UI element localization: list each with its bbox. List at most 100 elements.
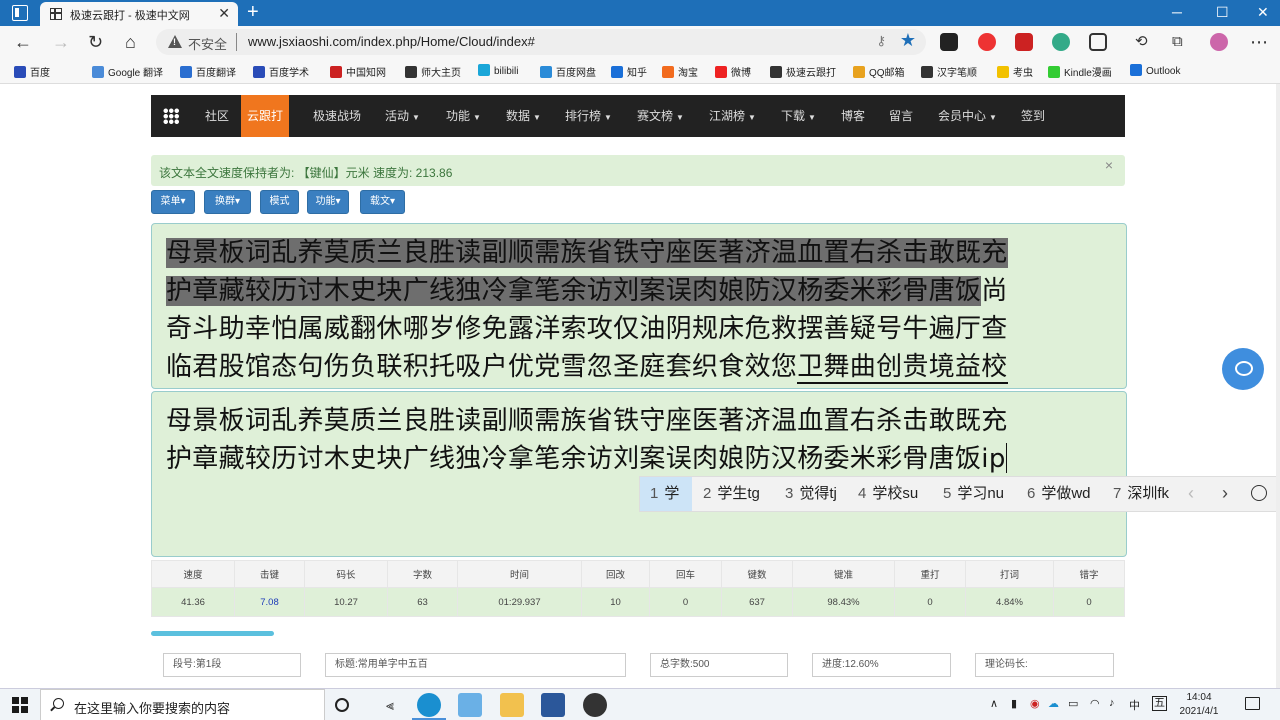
url-input[interactable]: 不安全 www.jsxiaoshi.com/index.php/Home/Clo… bbox=[156, 29, 926, 55]
home-icon[interactable]: ⌂ bbox=[125, 30, 136, 54]
maximize-icon[interactable]: ☐ bbox=[1216, 4, 1229, 21]
nav-item-4[interactable]: 功能 ▼ bbox=[446, 95, 481, 137]
obs-icon[interactable] bbox=[583, 693, 607, 717]
system-clock[interactable]: 14:04 2021/4/1 bbox=[1176, 691, 1222, 719]
bookmark-6[interactable]: bilibili bbox=[478, 64, 518, 77]
bookmark-0[interactable]: 百度 bbox=[14, 64, 50, 79]
ime-candidate-1[interactable]: 1学 bbox=[640, 477, 692, 511]
more-menu-icon[interactable]: ⋯ bbox=[1250, 30, 1268, 54]
extension-icon-4[interactable] bbox=[1052, 33, 1070, 51]
tab-close-icon[interactable]: ✕ bbox=[218, 5, 230, 22]
wifi-icon[interactable]: ◠ bbox=[1090, 697, 1100, 710]
nav-item-10[interactable]: 博客 bbox=[841, 95, 865, 137]
history-icon[interactable]: ⟲ bbox=[1135, 30, 1148, 54]
new-tab-button[interactable]: + bbox=[247, 1, 259, 23]
word-icon[interactable] bbox=[541, 693, 565, 717]
stats-header: 回车 bbox=[649, 560, 722, 588]
toolbar-button-4[interactable]: 载文▾ bbox=[360, 190, 405, 214]
start-windows-icon[interactable] bbox=[12, 697, 28, 713]
onedrive-icon[interactable]: ☁ bbox=[1048, 697, 1059, 710]
ime-mode[interactable]: 五 bbox=[1152, 696, 1167, 711]
nav-item-5[interactable]: 数据 ▼ bbox=[506, 95, 541, 137]
nav-item-11[interactable]: 留言 bbox=[889, 95, 913, 137]
bookmark-3[interactable]: 百度学术 bbox=[253, 64, 309, 79]
ime-prev-icon[interactable]: ‹ bbox=[1188, 483, 1194, 504]
favorite-star-icon[interactable]: ★ bbox=[900, 30, 916, 51]
profile-avatar[interactable] bbox=[1210, 33, 1228, 51]
back-icon[interactable]: ← bbox=[14, 30, 32, 54]
key-icon[interactable]: ⚷ bbox=[876, 33, 886, 49]
bookmark-7[interactable]: 百度网盘 bbox=[540, 64, 596, 79]
bookmark-13[interactable]: 汉字笔顺 bbox=[921, 64, 977, 79]
bookmark-11[interactable]: 极速云跟打 bbox=[770, 64, 836, 79]
toolbar-button-2[interactable]: 模式 bbox=[260, 190, 299, 214]
nav-item-6[interactable]: 排行榜 ▼ bbox=[565, 95, 612, 137]
ime-next-icon[interactable]: › bbox=[1222, 483, 1228, 504]
nav-item-0[interactable]: 社区 bbox=[205, 95, 229, 137]
nav-label: 极速战场 bbox=[313, 109, 362, 123]
edge-browser-icon[interactable] bbox=[417, 693, 441, 717]
bookmark-9[interactable]: 淘宝 bbox=[662, 64, 698, 79]
toolbar-button-1[interactable]: 换群▾ bbox=[204, 190, 251, 214]
bookmark-5[interactable]: 师大主页 bbox=[405, 64, 461, 79]
bookmark-16[interactable]: Outlook bbox=[1130, 64, 1180, 77]
window-menu-icon[interactable] bbox=[12, 5, 28, 21]
nav-item-1[interactable]: 云跟打 bbox=[241, 95, 289, 137]
bookmark-15[interactable]: Kindle漫画 bbox=[1048, 64, 1112, 79]
widgets-icon[interactable]: ⫷ bbox=[378, 693, 402, 717]
forward-icon[interactable]: → bbox=[52, 30, 70, 54]
bookmark-14[interactable]: 考虫 bbox=[997, 64, 1033, 79]
stats-header: 回改 bbox=[581, 560, 650, 588]
volume-icon[interactable]: ♪ bbox=[1109, 697, 1115, 709]
nav-item-7[interactable]: 赛文榜 ▼ bbox=[637, 95, 684, 137]
ime-candidate-7[interactable]: 7 深圳fk bbox=[1103, 477, 1173, 511]
emoji-icon[interactable] bbox=[1251, 485, 1267, 501]
tray-expand-icon[interactable]: ∧ bbox=[990, 697, 998, 710]
taskbar-search-input[interactable]: 在这里输入你要搜索的内容 bbox=[40, 689, 325, 720]
extension-icon-1[interactable] bbox=[940, 33, 958, 51]
display-icon[interactable]: ▭ bbox=[1068, 697, 1078, 710]
bookmark-8[interactable]: 知乎 bbox=[611, 64, 647, 79]
notification-icon[interactable] bbox=[1245, 697, 1260, 710]
chat-bubble-icon[interactable] bbox=[1222, 348, 1264, 390]
stats-header: 键数 bbox=[721, 560, 793, 588]
refresh-icon[interactable]: ↻ bbox=[88, 30, 103, 54]
ime-candidate-5[interactable]: 5 学习nu bbox=[933, 477, 1013, 511]
bookmark-10[interactable]: 微博 bbox=[715, 64, 751, 79]
bookmark-12[interactable]: QQ邮箱 bbox=[853, 64, 905, 79]
toolbar-button-3[interactable]: 功能▾ bbox=[307, 190, 349, 214]
minimize-icon[interactable]: ─ bbox=[1172, 4, 1182, 20]
ime-candidate-6[interactable]: 6 学做wd bbox=[1017, 477, 1099, 511]
nav-item-2[interactable]: 极速战场 bbox=[313, 95, 361, 137]
bookmark-1[interactable]: Google 翻译 bbox=[92, 64, 163, 79]
bookmark-2[interactable]: 百度翻译 bbox=[180, 64, 236, 79]
nav-item-8[interactable]: 江湖榜 ▼ bbox=[709, 95, 756, 137]
ime-language[interactable]: 中 bbox=[1129, 697, 1140, 713]
nav-item-12[interactable]: 会员中心 ▼ bbox=[938, 95, 997, 137]
close-window-icon[interactable]: ✕ bbox=[1257, 4, 1269, 21]
tray-app-icon[interactable]: ◉ bbox=[1030, 697, 1040, 710]
ime-candidate-4[interactable]: 4 学校su bbox=[848, 477, 930, 511]
typing-input-area[interactable]: 母景板词乱养莫质兰良胜读副顺需族省铁守座医著济温血置右杀击敢既充 护章藏较历讨木… bbox=[151, 391, 1127, 557]
extension-icon-5[interactable] bbox=[1089, 33, 1107, 51]
file-explorer-icon[interactable] bbox=[500, 693, 524, 717]
nav-item-3[interactable]: 活动 ▼ bbox=[385, 95, 420, 137]
task-view-icon[interactable] bbox=[335, 698, 349, 712]
extension-icon-3[interactable] bbox=[1015, 33, 1033, 51]
pc-app-icon[interactable] bbox=[458, 693, 482, 717]
ime-candidate-2[interactable]: 2 学生tg bbox=[693, 477, 773, 511]
page-scrollbar[interactable] bbox=[1276, 84, 1280, 688]
text-cursor bbox=[1005, 443, 1008, 473]
alert-close-icon[interactable]: × bbox=[1105, 157, 1113, 173]
usb-icon[interactable]: ▮ bbox=[1011, 697, 1017, 710]
bookmark-label: 百度学术 bbox=[269, 68, 309, 79]
collections-icon[interactable]: ⧉ bbox=[1172, 30, 1183, 54]
ime-candidate-3[interactable]: 3 觉得tj bbox=[775, 477, 845, 511]
bookmark-4[interactable]: 中国知网 bbox=[330, 64, 386, 79]
toolbar-button-0[interactable]: 菜单▾ bbox=[151, 190, 195, 214]
grid-menu-icon[interactable] bbox=[163, 108, 179, 124]
nav-item-13[interactable]: 签到 bbox=[1021, 95, 1045, 137]
nav-item-9[interactable]: 下载 ▼ bbox=[781, 95, 816, 137]
extension-icon-2[interactable] bbox=[978, 33, 996, 51]
browser-tab[interactable]: 极速云跟打 - 极速中文网 ✕ bbox=[40, 2, 238, 26]
